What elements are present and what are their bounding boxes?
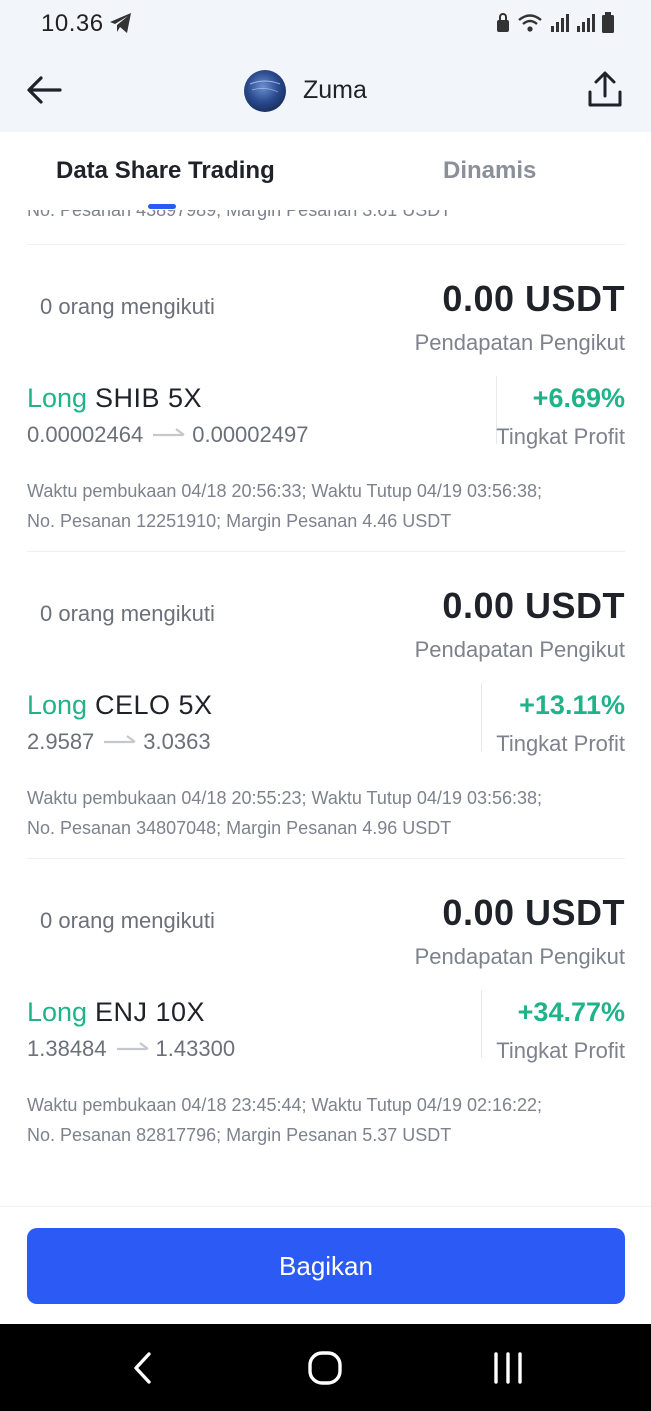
- signal-icon: [551, 14, 569, 32]
- trade-detail: Waktu pembukaan 04/18 23:45:44; Waktu Tu…: [27, 1090, 627, 1150]
- trade-card: 0 orang mengikuti 0.00 USDT Pendapatan P…: [0, 824, 651, 1145]
- app-header: Zuma: [0, 48, 651, 132]
- arrow-right-icon: [116, 1042, 149, 1051]
- follower-income-label: Pendapatan Pengikut: [414, 637, 625, 662]
- followers-count: 0 orang mengikuti: [40, 908, 215, 933]
- close-price: 3.0363: [143, 729, 211, 754]
- follower-income: 0.00 USDT: [442, 585, 625, 626]
- tab-indicator: [148, 204, 176, 209]
- nav-home-icon[interactable]: [305, 1348, 345, 1388]
- avatar[interactable]: [244, 70, 286, 112]
- open-price: 2.9587: [27, 729, 95, 754]
- follower-income-label: Pendapatan Pengikut: [414, 944, 625, 969]
- profit-rate-label: Tingkat Profit: [496, 731, 625, 756]
- profit-rate: +6.69%: [532, 383, 625, 413]
- vertical-separator: [481, 683, 482, 751]
- trade-direction: Long: [27, 997, 88, 1027]
- follower-income-label: Pendapatan Pengikut: [414, 330, 625, 355]
- trade-symbol: SHIB 5X: [95, 383, 203, 413]
- profit-rate-label: Tingkat Profit: [496, 1038, 625, 1063]
- top-area: 10.36 Zuma: [0, 0, 651, 132]
- nav-recents-icon[interactable]: [488, 1348, 528, 1388]
- screen: 10.36 Zuma Data Share Trading Dinamis No…: [0, 0, 651, 1411]
- tab-dinamis[interactable]: Dinamis: [443, 157, 536, 185]
- vertical-separator: [481, 990, 482, 1058]
- trade-times: Waktu pembukaan 04/18 20:56:33; Waktu Tu…: [27, 481, 543, 501]
- close-price: 0.00002497: [192, 422, 309, 447]
- trade-direction: Long: [27, 690, 88, 720]
- trade-symbol: CELO 5X: [95, 690, 213, 720]
- followers-count: 0 orang mengikuti: [40, 601, 215, 626]
- follower-income: 0.00 USDT: [442, 892, 625, 933]
- nav-back-icon[interactable]: [124, 1348, 164, 1388]
- share-button[interactable]: Bagikan: [27, 1228, 625, 1304]
- trade-list[interactable]: No. Pesanan 43897989; Margin Pesanan 3.6…: [0, 210, 651, 1206]
- back-arrow-icon[interactable]: [22, 70, 66, 110]
- trade-times: Waktu pembukaan 04/18 23:45:44; Waktu Tu…: [27, 1095, 543, 1115]
- follower-income: 0.00 USDT: [442, 278, 625, 319]
- battery-icon: [602, 12, 614, 33]
- tab-data-share-trading[interactable]: Data Share Trading: [56, 157, 275, 185]
- profit-rate: +34.77%: [517, 997, 625, 1027]
- profit-rate: +13.11%: [519, 690, 625, 720]
- trade-times: Waktu pembukaan 04/18 20:55:23; Waktu Tu…: [27, 788, 543, 808]
- profile-name: Zuma: [303, 76, 367, 104]
- avatar-image: [249, 80, 281, 93]
- price-range: 0.00002464 0.00002497: [27, 422, 308, 448]
- profit-rate-label: Tingkat Profit: [496, 424, 625, 449]
- price-range: 1.38484 1.43300: [27, 1036, 235, 1062]
- open-price: 0.00002464: [27, 422, 144, 447]
- trade-card: 0 orang mengikuti 0.00 USDT Pendapatan P…: [0, 210, 651, 531]
- trade-symbol: ENJ 10X: [95, 997, 206, 1027]
- status-icons: [495, 12, 615, 34]
- alarm-lock-icon: [497, 13, 509, 32]
- arrow-right-icon: [153, 428, 185, 437]
- share-icon[interactable]: [583, 68, 627, 112]
- system-navigation-bar: [0, 1324, 651, 1411]
- signal-icon-2: [577, 14, 595, 32]
- arrow-right-icon: [104, 735, 136, 744]
- order-info: No. Pesanan 82817796; Margin Pesanan 5.3…: [27, 1125, 452, 1145]
- tab-bar: Data Share Trading Dinamis: [0, 132, 651, 210]
- trade-card: 0 orang mengikuti 0.00 USDT Pendapatan P…: [0, 517, 651, 838]
- wifi-icon: [518, 14, 542, 32]
- bottom-action-area: Bagikan: [0, 1206, 651, 1324]
- price-range: 2.9587 3.0363: [27, 729, 211, 755]
- status-time: 10.36: [41, 10, 104, 37]
- open-price: 1.38484: [27, 1036, 107, 1061]
- telegram-icon: [110, 13, 131, 33]
- close-price: 1.43300: [155, 1036, 236, 1061]
- status-bar: 10.36: [0, 0, 651, 48]
- followers-count: 0 orang mengikuti: [40, 294, 215, 319]
- trade-direction: Long: [27, 383, 88, 413]
